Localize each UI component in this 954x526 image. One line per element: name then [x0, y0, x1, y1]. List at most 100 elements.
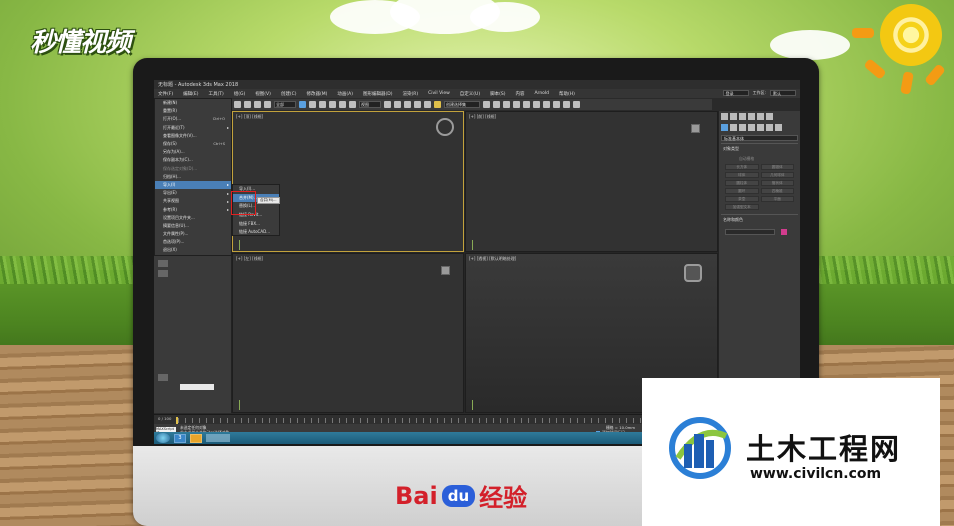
link-icon[interactable] — [254, 101, 261, 108]
object-type-button[interactable]: 平面 — [760, 196, 794, 202]
file-menu-item[interactable]: 文件属性(P)... — [155, 230, 231, 238]
motion-tab[interactable] — [748, 113, 755, 120]
menu-item[interactable]: 脚本(S) — [490, 91, 505, 97]
file-menu-item[interactable]: 导出(E) ▸ — [155, 189, 231, 197]
viewport-label[interactable]: [+] [前] [线框] — [469, 114, 496, 120]
render-frame-icon[interactable] — [563, 101, 570, 108]
object-type-button[interactable]: 管状体 — [760, 180, 794, 186]
3dsmax-taskbar-icon[interactable]: 3 — [174, 433, 186, 443]
viewcube-icon[interactable] — [684, 264, 702, 282]
menu-item[interactable]: 帮助(H) — [559, 91, 575, 97]
object-type-button[interactable]: 茶壶 — [725, 196, 759, 202]
utilities-tab[interactable] — [766, 113, 773, 120]
name-color-header[interactable]: 名称和颜色 — [721, 214, 798, 225]
pivot-icon[interactable] — [384, 101, 391, 108]
file-menu-item[interactable]: 另存为(A)... — [155, 148, 231, 156]
render-icon[interactable] — [573, 101, 580, 108]
file-menu-item[interactable]: 保存(S) Ctrl+S — [155, 140, 231, 148]
scene-explorer-icon[interactable] — [513, 101, 520, 108]
systems-icon[interactable] — [775, 124, 782, 131]
menu-item[interactable]: 编辑(E) — [183, 91, 198, 97]
viewcube-icon[interactable] — [691, 124, 700, 133]
user-select[interactable]: 登录 — [722, 90, 749, 96]
file-menu-item[interactable]: 打开(O)... Ctrl+O — [155, 115, 231, 123]
geometry-icon[interactable] — [721, 124, 728, 131]
workspace-select[interactable]: 默认 — [770, 90, 796, 96]
color-swatch[interactable] — [780, 229, 787, 235]
file-menu-item[interactable]: 保存选定对象(D)... — [155, 165, 231, 173]
start-icon[interactable] — [156, 433, 170, 443]
layer-input[interactable] — [180, 384, 214, 390]
menu-item[interactable]: 视图(V) — [255, 91, 271, 97]
select-icon[interactable] — [299, 101, 306, 108]
viewport-label[interactable]: [+] [左] [线框] — [236, 256, 263, 262]
file-menu-item[interactable]: 参考(R) ▸ — [155, 205, 231, 213]
mirror-icon[interactable] — [483, 101, 490, 108]
snap-icon[interactable] — [394, 101, 401, 108]
file-menu-item[interactable]: 退出(X) — [155, 246, 231, 254]
percent-snap-icon[interactable] — [414, 101, 421, 108]
file-menu-item[interactable]: 摘要信息(U)... — [155, 222, 231, 230]
schematic-icon[interactable] — [533, 101, 540, 108]
rect-select-icon[interactable] — [319, 101, 326, 108]
object-type-button[interactable]: 圆环 — [725, 188, 759, 194]
file-menu-item[interactable]: 保存副本为(C)... — [155, 156, 231, 164]
view-select[interactable]: 视图 — [359, 101, 381, 108]
shapes-icon[interactable] — [730, 124, 737, 131]
viewcube-icon[interactable] — [436, 118, 454, 136]
hierarchy-tab[interactable] — [739, 113, 746, 120]
layer-icon[interactable] — [503, 101, 510, 108]
object-type-button[interactable]: 四棱锥 — [760, 188, 794, 194]
angle-snap-icon[interactable] — [404, 101, 411, 108]
import-submenu-item[interactable]: 链接 Revit... — [233, 211, 279, 220]
undo-icon[interactable] — [234, 101, 241, 108]
menu-item[interactable]: 组(G) — [234, 91, 246, 97]
viewport-label[interactable]: [+] [顶] [线框] — [236, 114, 263, 120]
object-type-button[interactable]: 球体 — [725, 172, 759, 178]
object-type-button[interactable]: 圆锥体 — [760, 164, 794, 170]
scale-icon[interactable] — [349, 101, 356, 108]
taskbar-app[interactable] — [206, 434, 230, 442]
menu-item[interactable]: Civil View — [428, 91, 450, 96]
spinner-snap-icon[interactable] — [424, 101, 431, 108]
folder-taskbar-icon[interactable] — [190, 433, 202, 443]
menu-item[interactable]: 工具(T) — [208, 91, 223, 97]
viewcube-icon[interactable] — [441, 266, 450, 275]
import-submenu-item[interactable]: 导入(I)... — [233, 185, 279, 194]
file-menu-item[interactable]: 新建(N) — [155, 99, 231, 107]
lights-icon[interactable] — [739, 124, 746, 131]
category-select[interactable]: 标准基本体 — [721, 135, 798, 141]
file-menu-item[interactable]: 导入(I) ▸ — [155, 180, 231, 190]
selection-set-select[interactable]: 创建选择集 — [444, 101, 480, 108]
filter-icon[interactable] — [158, 260, 168, 267]
spacewarps-icon[interactable] — [766, 124, 773, 131]
named-selection-icon[interactable] — [434, 101, 441, 108]
viewport-left[interactable]: [+] [左] [线框] — [232, 253, 464, 413]
object-type-button[interactable]: 加强型文本 — [725, 204, 759, 210]
file-menu-item[interactable]: 打开最近(T) ▸ — [155, 124, 231, 132]
timeline-slider-handle[interactable] — [176, 417, 178, 424]
menu-item[interactable]: 动画(A) — [337, 91, 353, 97]
menu-item[interactable]: 修改器(M) — [306, 91, 327, 97]
file-menu-item[interactable]: 查看图像文件(V)... — [155, 132, 231, 140]
name-input[interactable] — [725, 229, 775, 235]
import-submenu-item[interactable]: 链接 AutoCAD... — [233, 228, 279, 237]
file-menu-item[interactable]: 重置(R) — [155, 107, 231, 115]
modify-tab[interactable] — [730, 113, 737, 120]
align-icon[interactable] — [493, 101, 500, 108]
menu-item[interactable]: 图形编辑器(D) — [363, 91, 392, 97]
redo-icon[interactable] — [244, 101, 251, 108]
object-type-button[interactable]: 圆柱体 — [725, 180, 759, 186]
object-type-button[interactable]: 长方体 — [725, 164, 759, 170]
menu-item[interactable]: 文件(F) — [158, 91, 173, 97]
menu-item[interactable]: Arnold — [534, 91, 549, 96]
cameras-icon[interactable] — [748, 124, 755, 131]
filter-select[interactable]: 全部 — [274, 101, 296, 108]
unlink-icon[interactable] — [264, 101, 271, 108]
object-type-header[interactable]: 对象类型 — [721, 143, 798, 154]
viewport-label[interactable]: [+] [透视] [默认明暗处理] — [469, 256, 516, 262]
play-icon[interactable] — [158, 374, 168, 381]
move-icon[interactable] — [329, 101, 336, 108]
menu-item[interactable]: 渲染(R) — [402, 91, 418, 97]
viewport-front[interactable]: [+] [前] [线框] — [465, 111, 718, 252]
